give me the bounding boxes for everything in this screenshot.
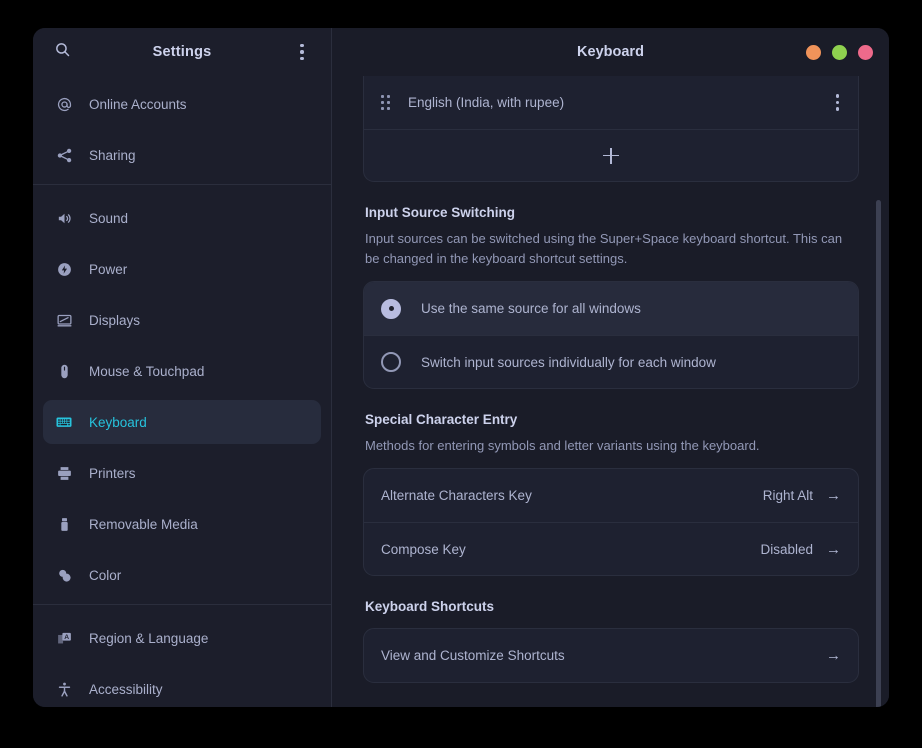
- drag-handle-icon[interactable]: [381, 95, 390, 110]
- sidebar-list: Online Accounts Sharing Sound Power Disp…: [33, 76, 331, 707]
- sidebar-item-online-accounts[interactable]: Online Accounts: [43, 82, 321, 126]
- row-label: Alternate Characters Key: [381, 488, 532, 503]
- settings-scroll-area: English (India, with rupee) Input Source…: [332, 76, 889, 707]
- scrollbar[interactable]: [876, 76, 881, 707]
- search-icon: [54, 41, 71, 63]
- display-icon: [55, 311, 73, 329]
- radio-button-selected[interactable]: [381, 298, 401, 319]
- sidebar-header: Settings: [33, 28, 331, 76]
- row-value: Disabled: [760, 541, 813, 557]
- sidebar-item-sharing[interactable]: Sharing: [43, 133, 321, 177]
- sidebar-item-mouse-touchpad[interactable]: Mouse & Touchpad: [43, 349, 321, 393]
- arrow-right-icon: →: [826, 647, 841, 664]
- sidebar-item-label: Power: [89, 261, 128, 277]
- add-input-source-button[interactable]: [364, 129, 858, 181]
- content-header: Keyboard: [332, 28, 889, 76]
- sidebar-item-label: Printers: [89, 465, 136, 481]
- content-panel: Keyboard English (India, with rupee) Inp…: [332, 28, 889, 707]
- compose-key-row[interactable]: Compose Key Disabled →: [364, 522, 858, 575]
- input-source-label: English (India, with rupee): [408, 95, 565, 110]
- sidebar-item-label: Mouse & Touchpad: [89, 363, 205, 379]
- sidebar-divider: [33, 184, 331, 185]
- keyboard-shortcuts-title: Keyboard Shortcuts: [365, 599, 495, 614]
- svg-text:A: A: [64, 634, 69, 641]
- input-sources-card: English (India, with rupee): [363, 76, 859, 182]
- sidebar-item-power[interactable]: Power: [43, 247, 321, 291]
- special-character-entry-card: Alternate Characters Key Right Alt → Com…: [363, 468, 859, 576]
- minimize-button[interactable]: [806, 44, 821, 60]
- mouse-icon: [55, 362, 73, 380]
- sidebar-item-label: Sharing: [89, 147, 136, 163]
- sidebar-item-printers[interactable]: Printers: [43, 451, 321, 495]
- search-button[interactable]: [47, 37, 77, 67]
- power-bolt-icon: [55, 260, 73, 278]
- input-source-row[interactable]: English (India, with rupee): [364, 76, 858, 129]
- plus-icon: [603, 147, 619, 164]
- radio-label: Switch input sources individually for ea…: [421, 354, 716, 370]
- keyboard-icon: [55, 413, 73, 431]
- radio-label: Use the same source for all windows: [421, 301, 641, 316]
- view-customize-shortcuts-row[interactable]: View and Customize Shortcuts →: [364, 629, 858, 682]
- sidebar-menu-button[interactable]: [287, 37, 317, 67]
- row-label: Compose Key: [381, 541, 466, 557]
- more-options-icon: [835, 94, 839, 111]
- arrow-right-icon: →: [826, 487, 841, 504]
- sidebar-item-region-language[interactable]: A Region & Language: [43, 616, 321, 660]
- sidebar-item-color[interactable]: Color: [43, 553, 321, 597]
- sidebar-item-sound[interactable]: Sound: [43, 196, 321, 240]
- window-controls: [806, 44, 873, 60]
- sidebar-item-label: Online Accounts: [89, 96, 187, 112]
- arrow-right-icon: →: [826, 540, 841, 558]
- sidebar-item-label: Region & Language: [89, 630, 209, 646]
- special-character-entry-description: Methods for entering symbols and letter …: [365, 438, 760, 453]
- share-nodes-icon: [55, 146, 73, 164]
- sidebar-item-accessibility[interactable]: Accessibility: [43, 667, 321, 707]
- scrollbar-thumb[interactable]: [876, 200, 881, 707]
- input-source-menu-button[interactable]: [834, 90, 842, 115]
- sidebar-item-displays[interactable]: Displays: [43, 298, 321, 342]
- printer-icon: [55, 464, 73, 482]
- row-value: Right Alt: [762, 488, 813, 503]
- sidebar-item-label: Removable Media: [89, 516, 198, 532]
- speaker-icon: [55, 209, 73, 227]
- sidebar-item-removable-media[interactable]: Removable Media: [43, 502, 321, 546]
- usb-drive-icon: [55, 515, 73, 533]
- language-icon: A: [55, 629, 73, 647]
- row-label: View and Customize Shortcuts: [381, 648, 565, 663]
- special-character-entry-title: Special Character Entry: [365, 412, 518, 427]
- input-source-switching-card: Use the same source for all windows Swit…: [363, 281, 859, 389]
- input-source-switching-title: Input Source Switching: [365, 205, 516, 220]
- at-sign-icon: [55, 95, 73, 113]
- sidebar-item-label: Sound: [89, 210, 129, 226]
- sidebar-item-keyboard[interactable]: Keyboard: [43, 400, 321, 444]
- sidebar-item-label: Color: [89, 567, 122, 583]
- radio-button[interactable]: [381, 352, 401, 372]
- sidebar: Settings Online Accounts Sharing Sound P…: [33, 28, 332, 707]
- settings-window: Settings Online Accounts Sharing Sound P…: [33, 28, 889, 707]
- accessibility-icon: [55, 680, 73, 698]
- maximize-button[interactable]: [832, 44, 847, 60]
- sidebar-item-label: Accessibility: [89, 681, 163, 697]
- radio-row-per-window[interactable]: Switch input sources individually for ea…: [364, 335, 858, 388]
- sidebar-item-label: Displays: [89, 312, 141, 328]
- radio-row-same-source[interactable]: Use the same source for all windows: [364, 282, 858, 335]
- more-options-icon: [300, 43, 304, 61]
- alternate-characters-key-row[interactable]: Alternate Characters Key Right Alt →: [364, 469, 858, 522]
- sidebar-item-label: Keyboard: [89, 414, 147, 430]
- close-button[interactable]: [858, 44, 873, 60]
- keyboard-shortcuts-card: View and Customize Shortcuts →: [363, 628, 859, 683]
- sidebar-divider: [33, 604, 331, 605]
- input-source-switching-description: Input sources can be switched using the …: [365, 231, 843, 266]
- color-circles-icon: [55, 566, 73, 584]
